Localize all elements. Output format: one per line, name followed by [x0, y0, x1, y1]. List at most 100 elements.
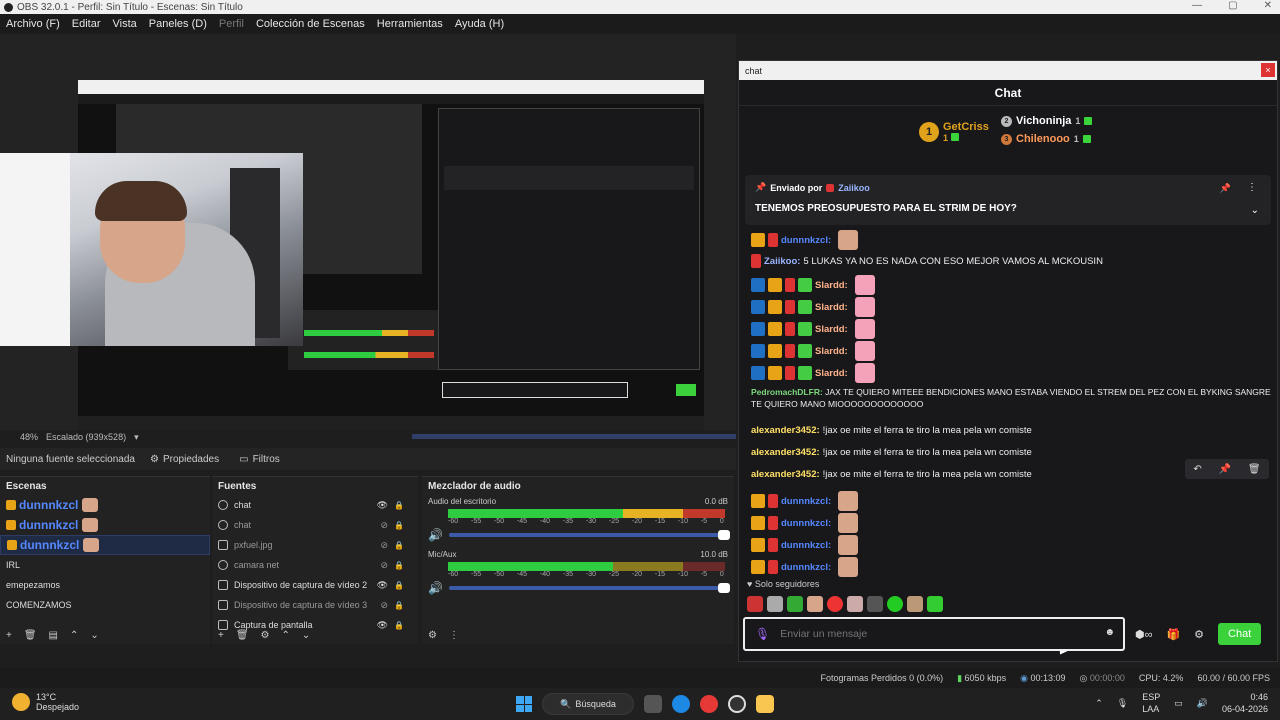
microphone-icon[interactable]: 🎙 — [1117, 698, 1128, 709]
obs-app-icon[interactable] — [728, 695, 746, 713]
lock-icon[interactable]: 🔒 — [394, 521, 404, 530]
edge-icon[interactable] — [672, 695, 690, 713]
task-view-icon[interactable] — [644, 695, 662, 713]
move-down-button[interactable]: ⌄ — [302, 630, 310, 641]
leader-second[interactable]: 2 Vichoninja 1 — [1001, 115, 1093, 127]
bits-icon[interactable]: ⬢∞ — [1135, 628, 1152, 641]
add-scene-button[interactable]: + — [6, 630, 12, 641]
minimize-button[interactable]: — — [1192, 0, 1202, 11]
menu-herramientas[interactable]: Herramientas — [377, 18, 443, 30]
pin-icon[interactable]: 📌 — [1220, 183, 1231, 194]
move-up-button[interactable]: ⌃ — [282, 630, 290, 641]
chrome-icon[interactable] — [700, 695, 718, 713]
chat-username[interactable]: dunnnkzcl: — [781, 540, 831, 551]
chat-username[interactable]: PedromachDLFR: — [751, 387, 823, 397]
chat-username[interactable]: alexander3452: — [751, 425, 820, 436]
pinned-message[interactable]: 📌 Enviado por Zaiikoo TENEMOS PREOSUPUES… — [745, 175, 1271, 225]
eye-hidden-icon[interactable]: ⊘ — [380, 540, 388, 551]
properties-button[interactable]: ⚙ Propiedades — [140, 454, 229, 465]
chat-send-button[interactable]: Chat — [1218, 623, 1262, 645]
chat-username[interactable]: Slardd: — [815, 280, 848, 291]
menu-perfil[interactable]: Perfil — [219, 18, 244, 30]
menu-archivo[interactable]: Archivo (F) — [6, 18, 60, 30]
chat-message[interactable]: Slardd: — [751, 341, 875, 361]
chat-message[interactable]: dunnnkzcl: — [751, 513, 859, 533]
emote-icon[interactable] — [887, 596, 903, 612]
leader-first[interactable]: 1 GetCriss 1 — [919, 121, 989, 143]
chat-username[interactable]: alexander3452: — [751, 447, 820, 458]
menu-editar[interactable]: Editar — [72, 18, 101, 30]
scene-item[interactable]: COMENZAMOS — [0, 595, 210, 615]
microphone-icon[interactable]: 🎙 — [755, 627, 770, 641]
speaker-icon[interactable]: 🔊 — [428, 528, 443, 542]
chat-message[interactable]: alexander3452: !jax oe mite el ferra te t… — [751, 425, 1032, 436]
chat-username[interactable]: Slardd: — [815, 302, 848, 313]
chat-message[interactable]: Slardd: — [751, 319, 875, 339]
chat-message[interactable]: alexander3452: !jax oe mite el ferra te t… — [751, 469, 1032, 480]
emoji-icon[interactable]: ☻ — [1104, 627, 1115, 638]
eye-icon[interactable]: 👁 — [377, 500, 388, 511]
chat-message[interactable]: Slardd: — [751, 363, 875, 383]
emote-icon[interactable] — [747, 596, 763, 612]
chat-username[interactable]: dunnnkzcl: — [781, 235, 831, 246]
leader-third[interactable]: 3 Chilenooo 1 — [1001, 133, 1091, 145]
file-explorer-icon[interactable] — [756, 695, 774, 713]
source-item[interactable]: Dispositivo de captura de vídeo 3 ⊘ 🔒 — [212, 595, 418, 615]
windows-start-icon[interactable] — [516, 696, 532, 712]
chat-message[interactable]: dunnnkzcl: — [751, 535, 859, 555]
chat-username[interactable]: Slardd: — [815, 324, 848, 335]
language-indicator[interactable]: ESP LAA — [1142, 691, 1160, 715]
weather-widget[interactable]: 13°C Despejado — [12, 692, 79, 712]
source-item[interactable]: pxfuel.jpg ⊘ 🔒 — [212, 535, 418, 555]
emote-icon[interactable] — [807, 596, 823, 612]
chevron-down-icon[interactable]: ⌄ — [1251, 205, 1259, 216]
mixer-settings-button[interactable]: ⚙ — [428, 630, 437, 641]
maximize-button[interactable]: ▢ — [1228, 0, 1237, 11]
reply-icon[interactable]: ↶ — [1193, 464, 1201, 475]
scene-item[interactable]: emepezamos — [0, 575, 210, 595]
more-options-icon[interactable]: ⋮ — [1247, 182, 1257, 193]
menu-vista[interactable]: Vista — [113, 18, 137, 30]
network-icon[interactable]: ▭ — [1174, 698, 1183, 709]
chat-message[interactable]: Slardd: — [751, 275, 875, 295]
pin-icon[interactable]: 📌 — [1219, 464, 1231, 475]
emote-icon[interactable] — [867, 596, 883, 612]
chat-username[interactable]: dunnnkzcl: — [781, 562, 831, 573]
volume-slider[interactable] — [448, 530, 730, 540]
move-down-button[interactable]: ⌄ — [90, 630, 98, 641]
chat-username[interactable]: dunnnkzcl: — [781, 496, 831, 507]
chat-message[interactable]: dunnnkzcl: — [751, 230, 859, 250]
chat-message[interactable]: Zaiikoo: 5 LUKAS YA NO ES NADA CON ESO ME… — [751, 254, 1103, 268]
chat-username[interactable]: alexander3452: — [751, 469, 820, 480]
emote-icon[interactable] — [827, 596, 843, 612]
source-item[interactable]: camara net ⊘ 🔒 — [212, 555, 418, 575]
chat-message[interactable]: alexander3452: !jax oe mite el ferra te t… — [751, 447, 1032, 458]
gear-icon[interactable]: ⚙ — [1194, 628, 1204, 641]
gift-icon[interactable]: 🎁 — [1166, 628, 1180, 641]
source-item[interactable]: chat 👁 🔒 — [212, 495, 418, 515]
lock-icon[interactable]: 🔒 — [394, 581, 404, 590]
move-up-button[interactable]: ⌃ — [70, 630, 78, 641]
chat-message[interactable]: dunnnkzcl: — [751, 557, 859, 577]
eye-hidden-icon[interactable]: ⊘ — [380, 520, 388, 531]
chevron-up-icon[interactable]: ⌃ — [1095, 698, 1103, 709]
eye-hidden-icon[interactable]: ⊘ — [380, 600, 388, 611]
more-options-icon[interactable]: ⋮ — [449, 630, 459, 641]
zoom-level[interactable]: 48% — [20, 432, 38, 442]
eye-icon[interactable]: 👁 — [377, 580, 388, 591]
zoom-scaling[interactable]: Escalado (939x528) — [46, 432, 126, 442]
menu-ayuda[interactable]: Ayuda (H) — [455, 18, 504, 30]
scene-item-selected[interactable]: dunnnkzcl — [0, 535, 210, 555]
menu-coleccion-escenas[interactable]: Colección de Escenas — [256, 18, 365, 30]
emote-icon[interactable] — [787, 596, 803, 612]
chat-message[interactable]: dunnnkzcl: — [751, 491, 859, 511]
chat-username[interactable]: Slardd: — [815, 346, 848, 357]
source-item[interactable]: chat ⊘ 🔒 — [212, 515, 418, 535]
chat-username[interactable]: Zaiikoo: — [764, 256, 800, 267]
scene-item[interactable]: dunnnkzcl — [0, 495, 210, 515]
trash-icon[interactable]: 🗑 — [236, 630, 249, 641]
taskbar-clock[interactable]: 0:46 06-04-2026 — [1222, 691, 1268, 715]
chat-message[interactable]: Slardd: — [751, 297, 875, 317]
lock-icon[interactable]: 🔒 — [394, 541, 404, 550]
source-item[interactable]: Dispositivo de captura de vídeo 2 👁 🔒 — [212, 575, 418, 595]
